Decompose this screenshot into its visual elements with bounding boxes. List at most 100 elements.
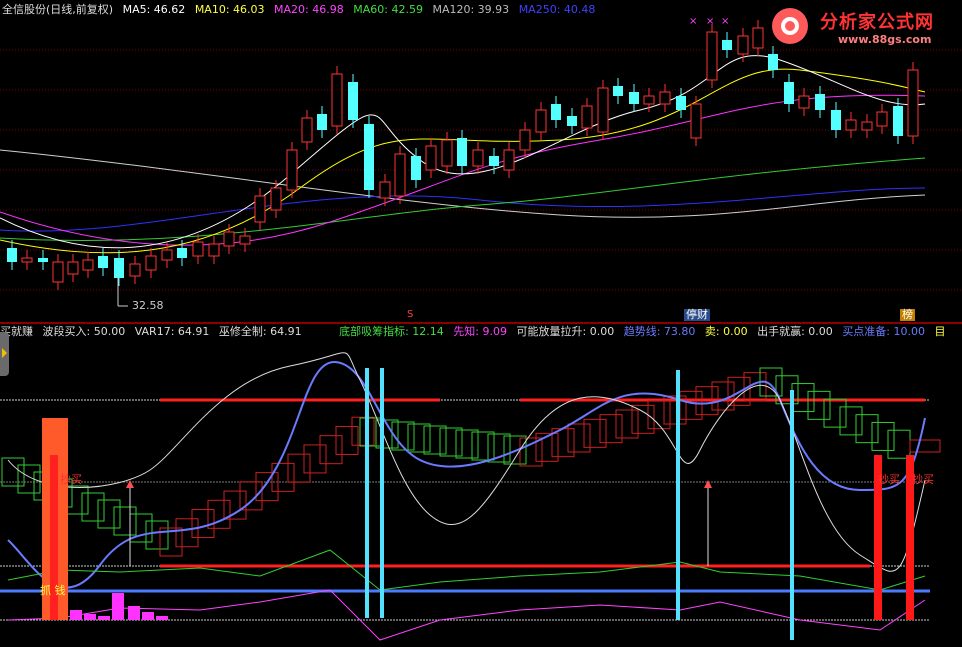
candle bbox=[551, 96, 561, 128]
candle bbox=[457, 130, 467, 174]
arrow-marker bbox=[126, 480, 134, 488]
qsx-value: 趋势线: 73.80 bbox=[623, 325, 696, 338]
trend-box-down bbox=[871, 421, 895, 451]
svg-text:×: × bbox=[721, 16, 729, 27]
svg-text:×: × bbox=[706, 16, 714, 27]
candle bbox=[845, 112, 857, 138]
candle bbox=[737, 28, 749, 62]
trend-box-flat bbox=[423, 425, 447, 455]
candle bbox=[690, 96, 702, 146]
low-price-label: 32.58 bbox=[132, 299, 164, 312]
bdmr-value: 波段买入: 50.00 bbox=[42, 325, 126, 338]
trend-box-down bbox=[807, 390, 831, 420]
trend-box-up bbox=[303, 444, 327, 474]
candle bbox=[254, 188, 266, 230]
trend-box-down bbox=[887, 429, 911, 459]
candle bbox=[317, 106, 327, 138]
trend-box-down bbox=[17, 464, 41, 494]
volume-bar bbox=[112, 593, 124, 620]
candle bbox=[706, 24, 718, 88]
candle bbox=[331, 66, 343, 134]
svg-text:×: × bbox=[689, 16, 697, 27]
trend-box-flat bbox=[455, 429, 479, 459]
volume-bar bbox=[142, 612, 154, 620]
candle bbox=[629, 84, 639, 112]
trend-box-up bbox=[909, 439, 941, 453]
candle bbox=[597, 80, 609, 140]
trend-box-up bbox=[223, 490, 247, 520]
tingcai-flag[interactable]: 停财 bbox=[684, 309, 710, 321]
volume-bar bbox=[128, 606, 140, 620]
trend-box-flat bbox=[439, 427, 463, 457]
candle bbox=[114, 250, 124, 286]
dbcm-value: 底部吸筹指标: 12.14 bbox=[339, 325, 444, 338]
trend-box-up bbox=[175, 518, 199, 548]
panel-divider[interactable] bbox=[0, 322, 962, 324]
candle bbox=[348, 74, 358, 128]
trend-box-down bbox=[97, 499, 121, 529]
buy-signal-2[interactable]: 抄买 bbox=[876, 474, 902, 486]
candle bbox=[208, 236, 220, 264]
candlestick-chart[interactable]: × × × bbox=[0, 0, 962, 322]
trend-box-up bbox=[287, 453, 311, 483]
trend-box-down bbox=[823, 398, 847, 428]
top-cross-marks: × × × bbox=[689, 16, 729, 27]
candle bbox=[535, 102, 547, 140]
trend-box-up bbox=[335, 425, 359, 455]
mdzb-value: 买点准备: 10.00 bbox=[842, 325, 926, 338]
candle bbox=[503, 142, 515, 178]
xz-value: 先知: 9.09 bbox=[453, 325, 507, 338]
trend-box-down bbox=[81, 492, 105, 522]
tail-label: 目 bbox=[934, 325, 946, 338]
wxqz-value: 巫修全制: 64.91 bbox=[218, 325, 302, 338]
candle bbox=[659, 84, 671, 112]
candle bbox=[129, 256, 141, 284]
trend-box-down bbox=[855, 414, 879, 444]
cyan-signal-bar bbox=[380, 368, 384, 618]
candle bbox=[676, 88, 686, 118]
candle bbox=[861, 114, 873, 138]
buy-signal-1[interactable]: 抄买 bbox=[58, 474, 84, 486]
kn-value: 可能放量拉升: 0.00 bbox=[516, 325, 615, 338]
candle bbox=[67, 254, 79, 282]
candle bbox=[301, 110, 313, 150]
trend-box-down bbox=[839, 406, 863, 436]
mai-value: 卖: 0.00 bbox=[704, 325, 748, 338]
indicator-chart[interactable] bbox=[0, 340, 962, 647]
cyan-signal-bar bbox=[676, 370, 680, 620]
candle bbox=[798, 88, 810, 116]
candle bbox=[784, 74, 794, 112]
candle bbox=[752, 20, 764, 56]
candle bbox=[7, 240, 17, 270]
arrow-marker bbox=[704, 480, 712, 488]
buy-signal-3[interactable]: 抄买 bbox=[910, 474, 936, 486]
csjy-value: 出手就赢: 0.00 bbox=[757, 325, 833, 338]
candle bbox=[270, 180, 282, 218]
candle bbox=[38, 250, 48, 270]
candle bbox=[441, 132, 453, 174]
candle bbox=[722, 32, 732, 58]
cyan-signal-bar bbox=[790, 390, 794, 640]
trend-box-up bbox=[239, 481, 263, 511]
candle bbox=[286, 142, 298, 198]
volume-bar bbox=[98, 616, 110, 620]
volume-bar bbox=[156, 616, 168, 620]
cyan-signal-bar bbox=[365, 368, 369, 618]
bang-flag[interactable]: 榜 bbox=[900, 309, 915, 321]
trend-box-down bbox=[145, 520, 169, 550]
candle bbox=[161, 242, 173, 268]
s-flag[interactable]: S bbox=[405, 309, 415, 321]
trend-box-flat bbox=[407, 423, 431, 453]
volume-bar bbox=[70, 610, 82, 620]
candle bbox=[425, 138, 437, 178]
candle bbox=[815, 86, 825, 118]
zhuaqian-label: 抓 钱 bbox=[40, 584, 66, 597]
trend-box-flat bbox=[471, 431, 495, 461]
candle bbox=[907, 62, 919, 144]
trend-box-down bbox=[791, 383, 815, 413]
trend-box-up bbox=[351, 416, 375, 446]
candle bbox=[519, 122, 531, 158]
volume-bar bbox=[84, 614, 96, 620]
trend-line bbox=[7, 360, 926, 589]
candle bbox=[52, 254, 64, 290]
